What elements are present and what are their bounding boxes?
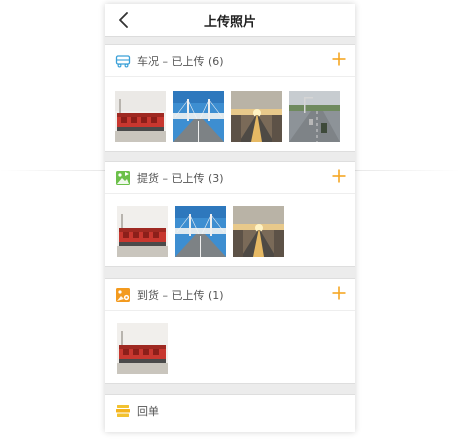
phone-screen: 上传照片 车况 – 已上传 (6) 提货 – 已上传 (3) 到货 – 已上传 … [105,4,355,432]
separator: – [162,172,172,185]
section-header: 到货 – 已上传 (1) [105,279,355,311]
add-photo-icon[interactable] [331,51,347,67]
photo-thumbnail-trucks[interactable] [117,206,168,257]
add-photo-icon[interactable] [331,285,347,301]
section-title: 车况 – 已上传 (6) [137,53,224,69]
upload-count: (6) [208,55,224,68]
section-title: 提货 – 已上传 (3) [137,170,224,186]
image-flag-icon [116,171,130,185]
section-vehicle-condition: 车况 – 已上传 (6) [105,44,355,152]
photo-thumbnail-sunset-road[interactable] [231,91,282,142]
section-receipt[interactable]: 回单 [105,394,355,432]
photo-thumbnail-sunset-road[interactable] [233,206,284,257]
section-header: 提货 – 已上传 (3) [105,162,355,194]
upload-status: 已上传 [171,289,205,302]
separator: – [162,289,172,302]
section-header: 车况 – 已上传 (6) [105,45,355,77]
page-title: 上传照片 [203,15,256,30]
photo-thumbnail-trucks[interactable] [117,323,168,374]
upload-status: 已上传 [171,55,205,68]
receipt-label: 回单 [137,405,159,418]
section-name: 提货 [137,172,159,185]
receipt-icon [116,405,130,417]
image-pin-icon [116,288,130,302]
photo-thumbnail-bridge[interactable] [175,206,226,257]
nav-bar: 上传照片 [105,4,355,37]
upload-status: 已上传 [171,172,205,185]
section-name: 车况 [137,55,159,68]
add-photo-icon[interactable] [331,168,347,184]
section-pickup: 提货 – 已上传 (3) [105,161,355,267]
section-name: 到货 [137,289,159,302]
section-arrival: 到货 – 已上传 (1) [105,278,355,384]
photo-thumbnail-trucks[interactable] [115,91,166,142]
upload-count: (1) [208,289,224,302]
truck-icon [115,55,131,68]
photo-thumbnail-bridge[interactable] [173,91,224,142]
upload-count: (3) [208,172,224,185]
section-title: 到货 – 已上传 (1) [137,287,224,303]
photo-thumbnail-highway[interactable] [289,91,340,142]
separator: – [162,55,172,68]
